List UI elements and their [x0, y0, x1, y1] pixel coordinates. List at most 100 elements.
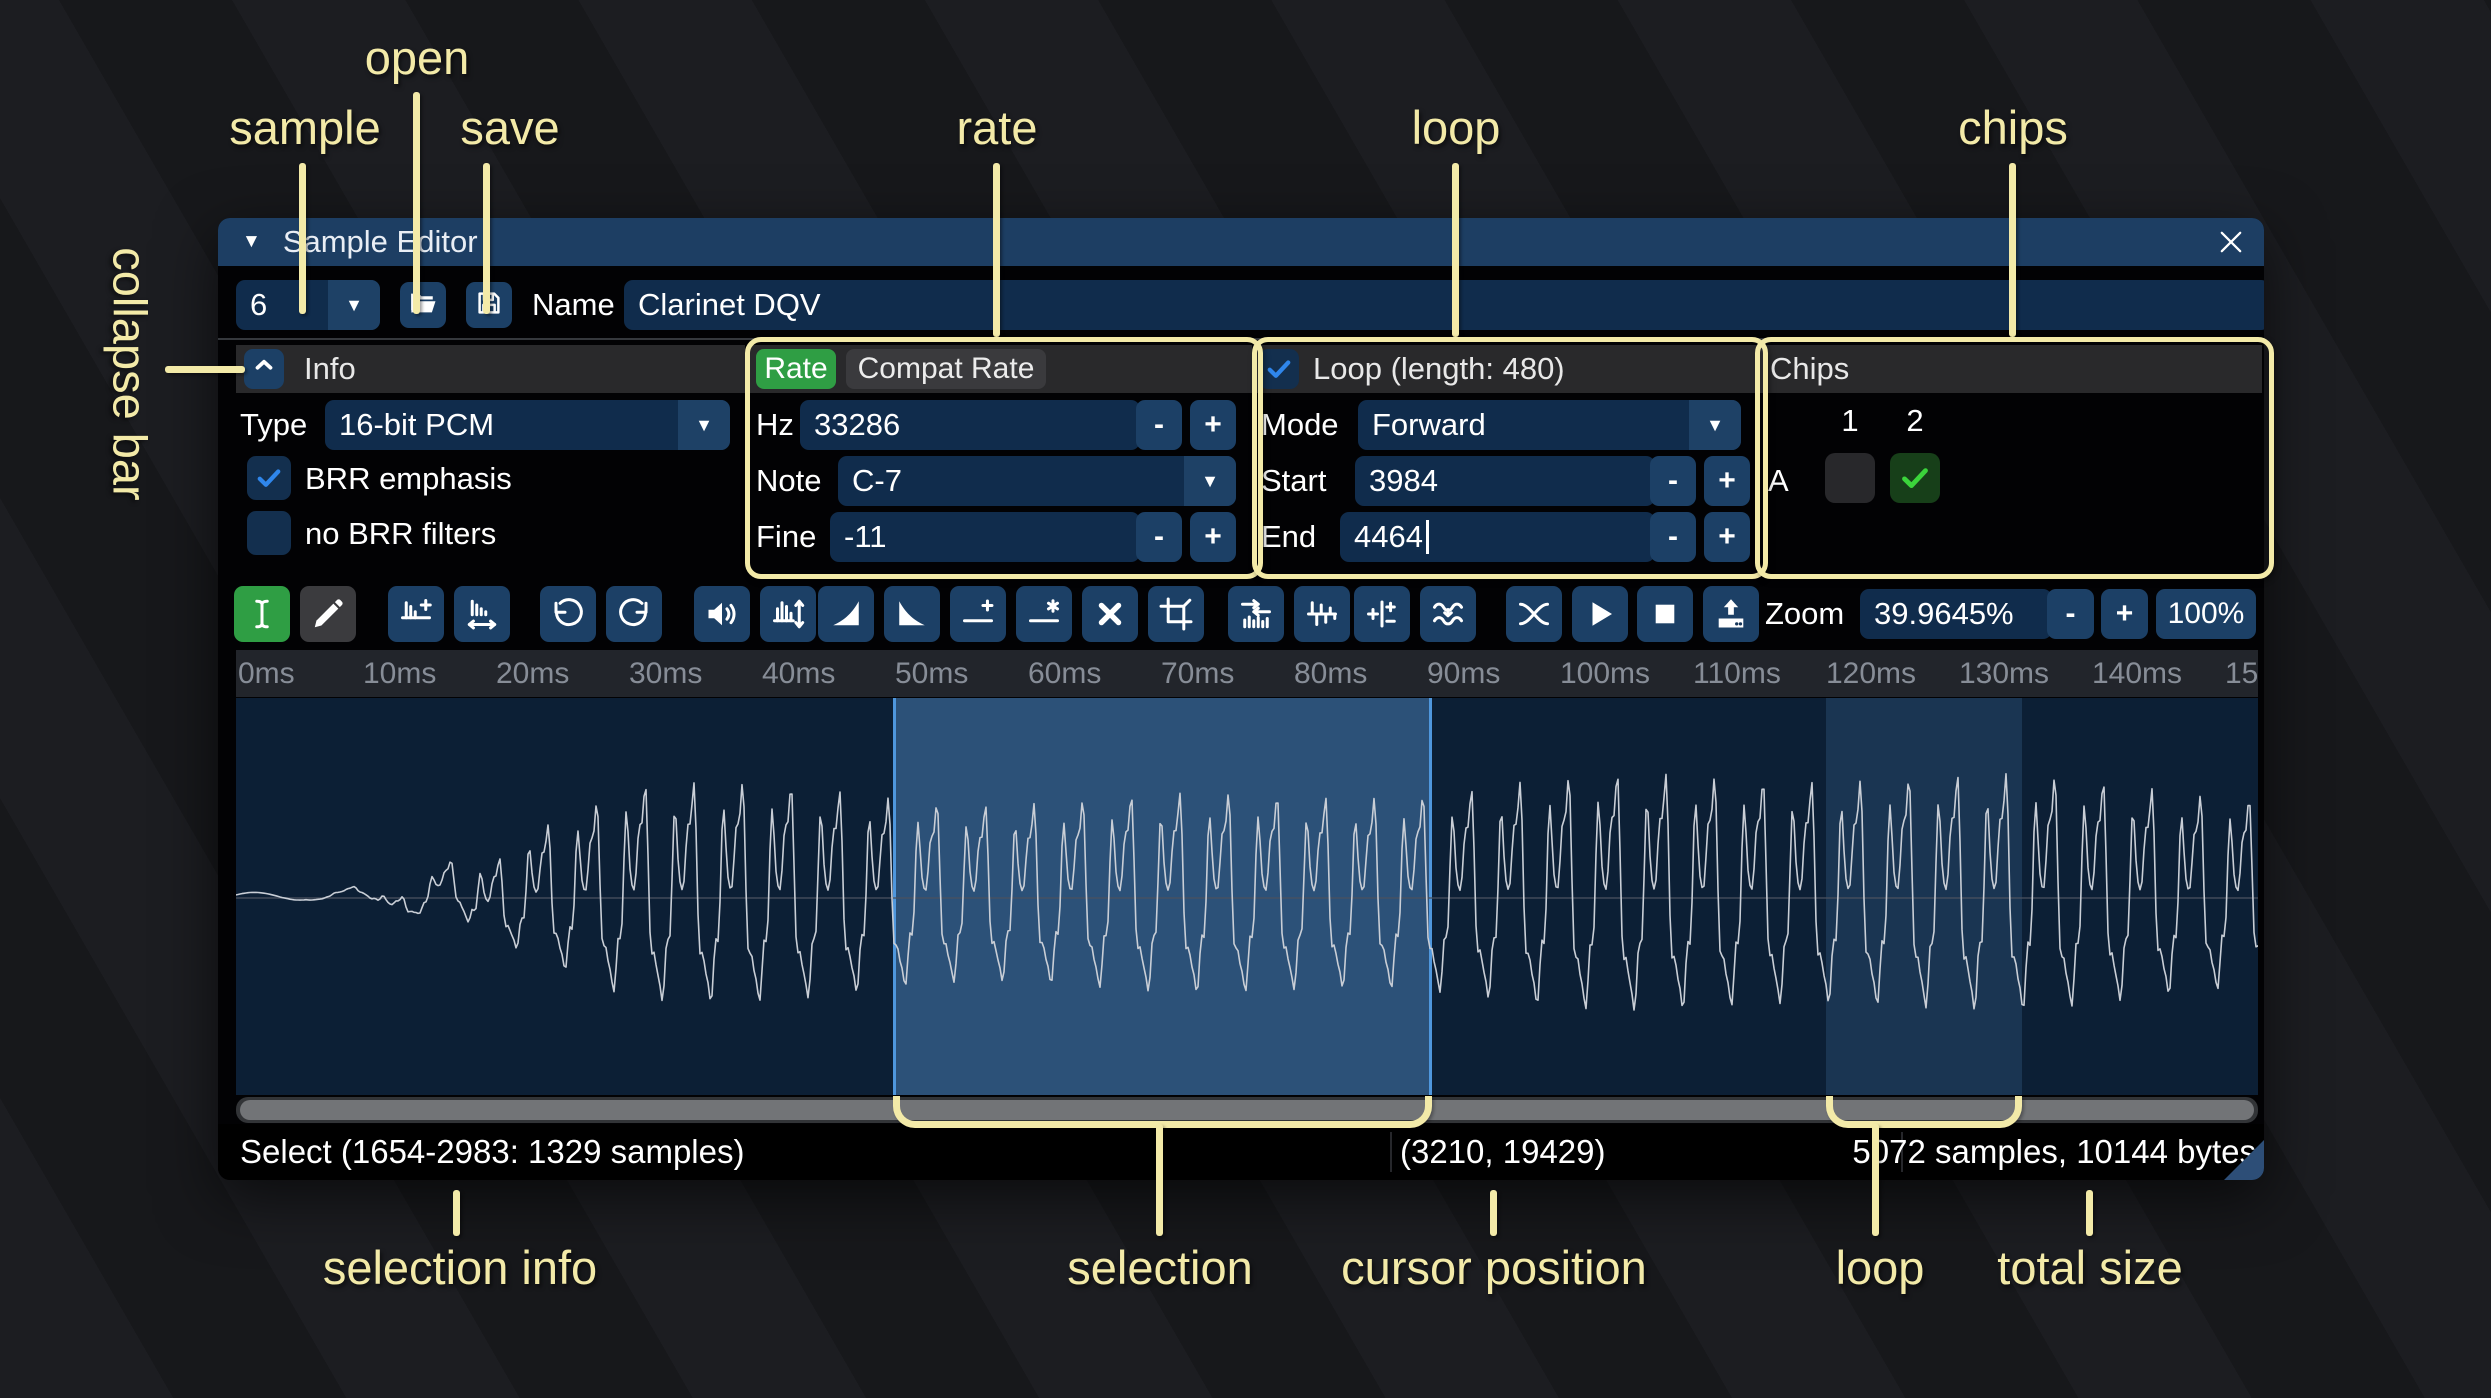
- annotation-line: [2086, 1190, 2093, 1236]
- brr-emphasis-label: BRR emphasis: [305, 461, 512, 496]
- zoom-out-button[interactable]: -: [2047, 589, 2094, 639]
- zoom-label: Zoom: [1765, 596, 1845, 631]
- name-input[interactable]: Clarinet DQV: [624, 280, 2264, 330]
- draw-tool-button[interactable]: [300, 586, 356, 642]
- hz-plus-button[interactable]: +: [1190, 400, 1236, 450]
- panels-row: Info Type 16-bit PCM ▼ BRR emphasis no B…: [218, 345, 2264, 568]
- undo-button[interactable]: [540, 586, 596, 642]
- sample-number: 6: [250, 287, 268, 322]
- normalize-button[interactable]: [760, 586, 816, 642]
- chevron-down-icon[interactable]: ▼: [328, 280, 380, 330]
- timeline-label: 130ms: [1959, 657, 2050, 690]
- annotation-loop-top: loop: [1411, 101, 1501, 154]
- window-collapse-icon[interactable]: ▼: [242, 231, 261, 253]
- loop-start-label: Start: [1261, 463, 1327, 498]
- loop-mode-select[interactable]: Forward ▼: [1358, 400, 1741, 450]
- loop-mode-value: Forward: [1372, 407, 1486, 442]
- preview-stop-button[interactable]: [1637, 586, 1693, 642]
- chip-enable-checkbox[interactable]: [1825, 453, 1875, 503]
- loop-end-input[interactable]: 4464: [1340, 512, 1655, 562]
- chips-panel-title: Chips: [1770, 351, 1850, 386]
- fade-in-button[interactable]: [818, 586, 874, 642]
- resize-button[interactable]: [388, 586, 444, 642]
- zoom-in-button[interactable]: +: [2101, 589, 2148, 639]
- zoom-input[interactable]: 39.9645%: [1860, 589, 2052, 639]
- delete-button[interactable]: [1082, 586, 1138, 642]
- annotation-selection: selection: [1067, 1241, 1253, 1294]
- crossfade-button[interactable]: [1506, 586, 1562, 642]
- close-icon[interactable]: [2214, 225, 2248, 259]
- annotation-collapse-bar: collapse bar: [103, 247, 157, 501]
- insert-silence-button[interactable]: [950, 586, 1006, 642]
- brr-emphasis-checkbox[interactable]: [247, 456, 291, 500]
- save-button[interactable]: [466, 282, 512, 328]
- sample-select[interactable]: 6 ▼: [236, 280, 380, 330]
- fine-plus-button[interactable]: +: [1190, 512, 1236, 562]
- chip-column-label: 2: [1906, 403, 1924, 438]
- resize-grip[interactable]: [2224, 1140, 2264, 1180]
- chip-enable-checkbox[interactable]: [1890, 453, 1940, 503]
- amplify-button[interactable]: [694, 586, 750, 642]
- chip-row-label: A: [1768, 463, 1789, 498]
- type-label: Type: [240, 407, 308, 442]
- chevron-down-icon[interactable]: ▼: [1184, 456, 1236, 506]
- redo-button[interactable]: [606, 586, 662, 642]
- create-instrument-button[interactable]: [1703, 586, 1759, 642]
- check-icon: [1264, 354, 1294, 384]
- rate-panel-header: Rate Compat Rate: [748, 345, 1252, 393]
- rate-panel: Rate Compat Rate Hz 33286 - + Note C-7 ▼…: [748, 345, 1252, 568]
- resample-button[interactable]: [454, 586, 510, 642]
- chip-column-label: 1: [1841, 403, 1859, 438]
- note-value: C-7: [852, 463, 902, 498]
- hz-value: 33286: [814, 407, 901, 442]
- scrollbar-thumb[interactable]: [240, 1100, 2254, 1120]
- timeline-ruler[interactable]: 0ms 10ms 20ms 30ms 40ms 50ms 60ms 70ms 80ms 90ms 1…: [236, 650, 2258, 697]
- timeline-label: 30ms: [629, 657, 703, 690]
- hz-label: Hz: [756, 407, 794, 442]
- timeline-label: 150ms: [2225, 657, 2258, 690]
- fine-minus-button[interactable]: -: [1136, 512, 1182, 562]
- window-title: Sample Editor: [282, 224, 478, 259]
- waveform-display[interactable]: [236, 698, 2258, 1095]
- preview-play-button[interactable]: [1572, 586, 1628, 642]
- zoom-reset-button[interactable]: 100%: [2156, 589, 2256, 639]
- status-selection-info: Select (1654-2983: 1329 samples): [240, 1133, 745, 1170]
- timeline-label: 120ms: [1826, 657, 1917, 690]
- loop-end-minus-button[interactable]: -: [1650, 512, 1696, 562]
- timeline-label: 20ms: [496, 657, 570, 690]
- loop-start-input[interactable]: 3984: [1355, 456, 1655, 506]
- annotation-open: open: [364, 31, 470, 84]
- loop-enable-checkbox[interactable]: [1259, 349, 1299, 389]
- no-brr-filters-checkbox[interactable]: [247, 511, 291, 555]
- collapse-bar-button[interactable]: [244, 349, 284, 389]
- annotation-save: save: [460, 101, 560, 154]
- open-button[interactable]: [400, 282, 446, 328]
- loop-end-plus-button[interactable]: +: [1704, 512, 1750, 562]
- select-tool-button[interactable]: [234, 586, 290, 642]
- loop-start-plus-button[interactable]: +: [1704, 456, 1750, 506]
- waveform-scrollbar[interactable]: [236, 1097, 2258, 1123]
- loop-start-minus-button[interactable]: -: [1650, 456, 1696, 506]
- signed-unsigned-button[interactable]: [1354, 586, 1410, 642]
- status-cursor-position: (3210, 19429): [1400, 1133, 1606, 1170]
- chevron-down-icon[interactable]: ▼: [1689, 400, 1741, 450]
- hz-minus-button[interactable]: -: [1136, 400, 1182, 450]
- type-select[interactable]: 16-bit PCM ▼: [325, 400, 730, 450]
- hz-input[interactable]: 33286: [800, 400, 1140, 450]
- floppy-save-icon: [474, 288, 504, 323]
- tab-compat-rate[interactable]: Compat Rate: [846, 349, 1046, 389]
- reverse-button[interactable]: [1228, 586, 1284, 642]
- filter-button[interactable]: [1420, 586, 1476, 642]
- status-separator: [1390, 1132, 1392, 1172]
- fine-input[interactable]: -11: [830, 512, 1140, 562]
- apply-silence-button[interactable]: [1016, 586, 1072, 642]
- text-caret: [1425, 520, 1429, 554]
- note-select[interactable]: C-7 ▼: [838, 456, 1236, 506]
- trim-button[interactable]: [1148, 586, 1204, 642]
- tab-rate[interactable]: Rate: [756, 349, 836, 389]
- check-icon: [254, 463, 284, 493]
- fade-out-button[interactable]: [884, 586, 940, 642]
- titlebar[interactable]: ▼ Sample Editor: [218, 218, 2264, 266]
- invert-button[interactable]: [1294, 586, 1350, 642]
- chevron-down-icon[interactable]: ▼: [678, 400, 730, 450]
